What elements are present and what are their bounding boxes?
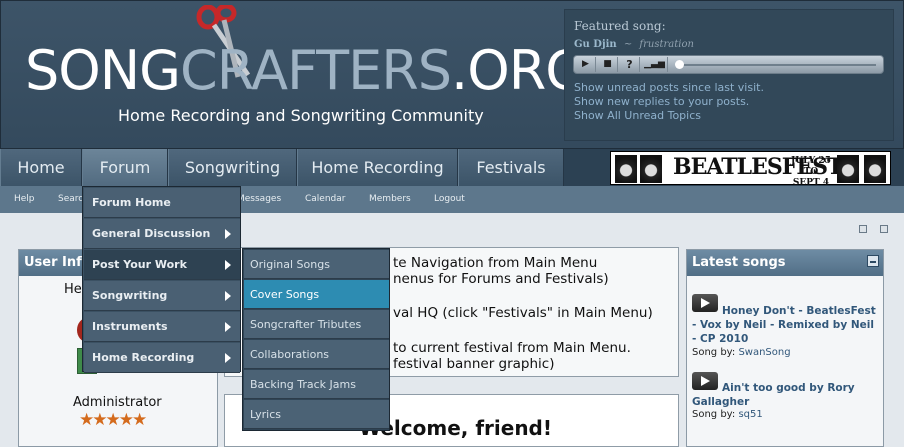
chevron-right-icon [225,353,231,363]
rank-stars: ★★★★★ [79,410,147,430]
featured-song-title[interactable]: frustration [639,39,694,50]
submenu-collaborations[interactable]: Collaborations [244,340,389,369]
nav-songwriting[interactable]: Songwriting [168,149,297,186]
menu-item-post-your-work[interactable]: Post Your Work [84,250,240,280]
help-icon[interactable]: ? [620,57,640,72]
help-line: val HQ (click "Festivals" in Main Menu) [393,305,653,321]
nav-forum[interactable]: Forum [82,149,168,186]
audio-player: ▶ ■ ? ▁▃▅ [573,55,884,74]
help-line: nenus for Forums and Festivals) [393,271,609,287]
submenu-cover-songs[interactable]: Cover Songs [244,280,389,309]
song-title-link[interactable]: Honey Don't - BeatlesFest - Vox by Neil … [692,304,880,346]
chevron-right-icon [225,260,231,270]
submenu-backing-track-jams[interactable]: Backing Track Jams [244,370,389,399]
featured-separator: ~ [623,39,633,50]
featured-artist-link[interactable]: Gu Djin [574,39,617,50]
menu-item-forum-home[interactable]: Forum Home [84,188,240,218]
submenu-lyrics[interactable]: Lyrics [244,400,389,429]
subnav-calendar[interactable]: Calendar [305,186,345,213]
song-author-link[interactable]: SwanSong [738,347,790,358]
beatlesfest-banner[interactable]: BEATLESFEST JULY 25 TO SEPT 4 [610,151,891,188]
subnav-messages[interactable]: Messages [237,186,281,213]
stop-icon[interactable]: ■ [598,57,618,72]
user-role: Administrator [73,395,162,410]
subnav-help[interactable]: Help [14,186,35,213]
site-logo[interactable]: SONGCRAFTERS.ORG [25,39,587,102]
featured-title: Featured song: [574,19,666,33]
play-icon[interactable]: ▶ [576,57,596,72]
nav-home-recording[interactable]: Home Recording [297,149,458,186]
nav-festivals[interactable]: Festivals [458,149,564,186]
chevron-right-icon [225,229,231,239]
new-replies-link[interactable]: Show new replies to your posts. [574,95,749,108]
help-line: te Navigation from Main Menu [393,255,598,271]
beatle-face-icon [837,155,859,183]
song-author-link[interactable]: sq51 [738,409,762,420]
site-header: SONGCRAFTERS.ORG Home Recording and Song… [0,0,904,149]
volume-icon[interactable]: ▁▃▅ [642,57,668,72]
help-line: to current festival from Main Menu. [393,340,631,356]
banner-dates: JULY 25 TO SEPT 4 [791,156,831,188]
help-line: festival banner graphic) [393,356,555,372]
nav-home[interactable]: Home [0,149,82,186]
subnav-members[interactable]: Members [369,186,411,213]
chevron-right-icon [225,291,231,301]
all-unread-topics-link[interactable]: Show All Unread Topics [574,109,701,122]
menu-item-general-discussion[interactable]: General Discussion [84,219,240,249]
subnav-logout[interactable]: Logout [434,186,465,213]
site-tagline: Home Recording and Songwriting Community [118,106,484,125]
beatle-face-icon [864,155,886,183]
menu-item-songwriting[interactable]: Songwriting [84,281,240,311]
unread-posts-link[interactable]: Show unread posts since last visit. [574,81,764,94]
minimize-icon[interactable] [867,255,879,267]
featured-song-info: Gu Djin ~ frustration [574,39,694,50]
post-your-work-submenu: Original Songs Cover Songs Songcrafter T… [242,248,390,431]
progress-knob[interactable] [675,60,684,69]
expand-icon[interactable] [880,225,888,233]
forum-dropdown-menu: Forum Home General Discussion Post Your … [82,186,241,373]
song-byline: Song by: SwanSong [692,347,791,358]
menu-item-home-recording[interactable]: Home Recording [84,343,240,373]
beatle-face-icon [640,155,662,183]
song-byline: Song by: sq51 [692,409,763,420]
featured-song-panel: Featured song: Gu Djin ~ frustration ▶ ■… [564,9,894,141]
submenu-original-songs[interactable]: Original Songs [244,250,389,279]
latest-songs-title: Latest songs [687,250,883,276]
menu-item-instruments[interactable]: Instruments [84,312,240,342]
beatle-face-icon [615,155,637,183]
progress-track[interactable] [678,64,876,66]
submenu-songcrafter-tributes[interactable]: Songcrafter Tributes [244,310,389,339]
latest-songs-panel: Latest songs Honey Don't - BeatlesFest -… [686,249,884,447]
song-title-link[interactable]: Ain't too good by Rory Gallagher [692,381,880,409]
chevron-right-icon [225,322,231,332]
collapse-icon[interactable] [859,225,867,233]
